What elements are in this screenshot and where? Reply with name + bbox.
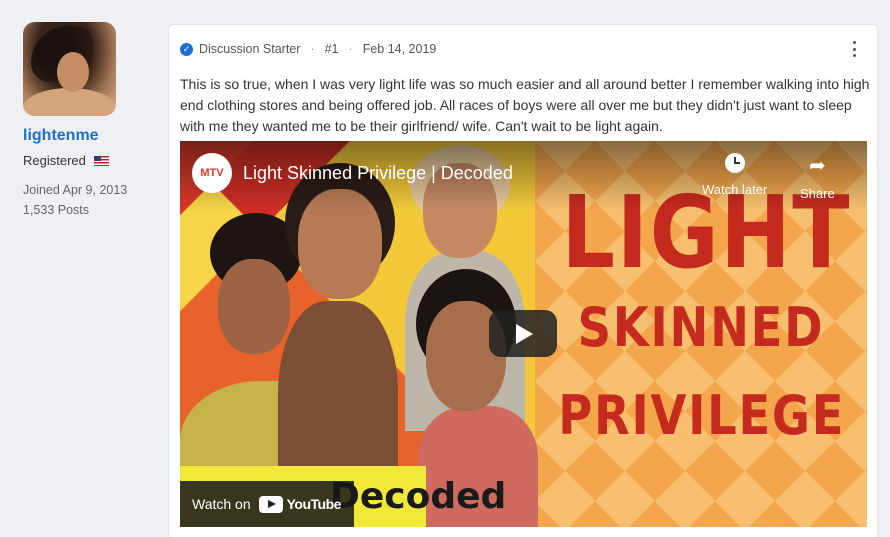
thumbnail-word-3: PRIVILEGE [558,384,846,447]
watch-on-label: Watch on [192,496,251,512]
joined-date: Joined Apr 9, 2013 [23,183,128,197]
thumbnail-word-2: SKINNED [577,296,825,359]
user-role: Registered [23,153,109,168]
share-arrow-icon: ➦ [808,155,826,177]
meta-separator: · [310,42,315,56]
share-button[interactable]: ➦ Share [800,153,835,201]
post-date[interactable]: Feb 14, 2019 [363,42,437,56]
more-options-icon[interactable] [851,41,857,57]
post-card: ✓ Discussion Starter · #1 · Feb 14, 2019… [168,24,878,537]
discussion-starter-badge: Discussion Starter [199,42,301,56]
meta-separator: · [348,42,353,56]
post-body: This is so true, when I was very light l… [180,76,870,134]
clock-icon [724,153,745,173]
watch-later-button[interactable]: Watch later [702,153,767,197]
post-number-link[interactable]: #1 [325,42,339,56]
play-button-icon[interactable] [489,310,557,357]
decoded-banner-text: Decoded [330,476,507,517]
avatar[interactable] [23,22,116,116]
watch-on-youtube-button[interactable]: Watch on YouTube [180,481,354,527]
watch-later-label: Watch later [702,182,768,197]
username-link[interactable]: lightenme [23,127,99,145]
checkmark-icon: ✓ [180,42,193,56]
us-flag-icon [93,155,109,166]
youtube-play-icon [258,495,283,513]
youtube-logo: YouTube [258,495,342,513]
channel-avatar[interactable]: MTV [192,153,232,193]
user-sidebar: lightenme Registered Joined Apr 9, 2013 … [0,0,165,537]
share-label: Share [800,186,835,201]
youtube-embed[interactable]: Decoded LIGHT SKINNED PRIVILEGE MTV Ligh… [180,141,867,527]
youtube-wordmark: YouTube [286,496,342,512]
role-label: Registered [23,153,86,168]
post-count: 1,533 Posts [23,203,90,217]
video-title[interactable]: Light Skinned Privilege | Decoded [243,163,513,184]
mtv-logo-icon: MTV [200,167,224,179]
post-meta: ✓ Discussion Starter · #1 · Feb 14, 2019 [180,42,436,56]
